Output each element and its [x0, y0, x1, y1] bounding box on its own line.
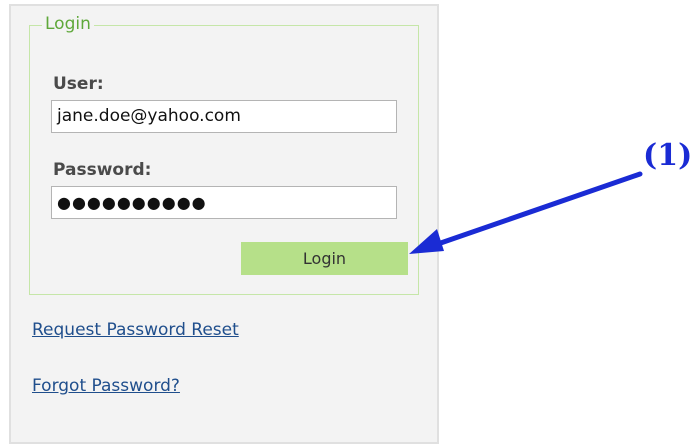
annotation-arrow-icon [409, 171, 643, 254]
annotation-label: (1) [643, 138, 693, 173]
